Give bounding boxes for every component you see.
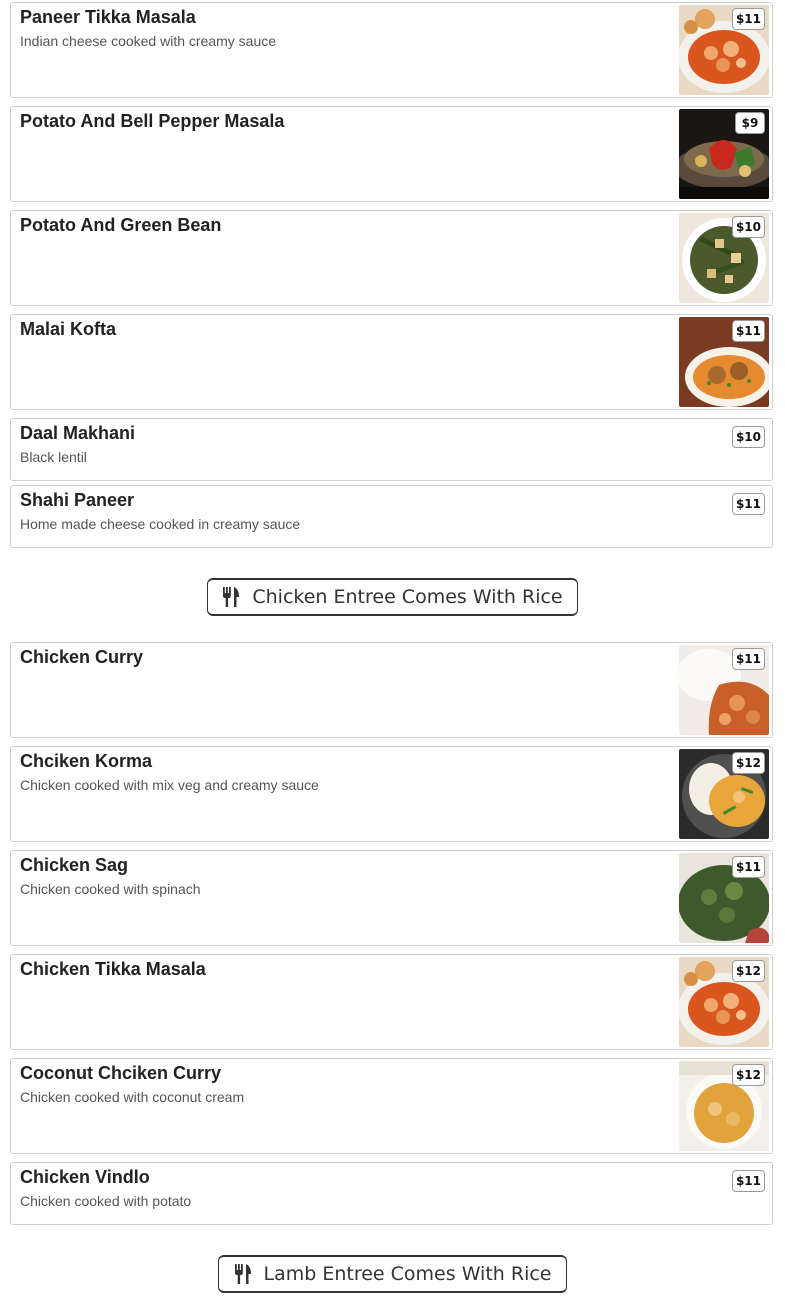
item-name: Paneer Tikka Masala <box>20 7 196 27</box>
item-description: Chicken cooked with coconut cream <box>20 1089 245 1105</box>
section-title: Chicken Entree Comes With Rice <box>252 586 563 608</box>
price-badge: $10 <box>731 216 765 238</box>
menu-item-coconut-chciken-curry[interactable]: Coconut Chciken Curry Chicken cooked wit… <box>10 1058 773 1154</box>
menu-item-paneer-tikka-masala[interactable]: Paneer Tikka Masala Indian cheese cooked… <box>10 2 773 98</box>
menu-page: Paneer Tikka Masala Indian cheese cooked… <box>0 0 785 1299</box>
section-header-lamb: Lamb Entree Comes With Rice <box>218 1255 567 1293</box>
price-badge: $11 <box>731 1170 765 1192</box>
item-description: Indian cheese cooked with creamy sauce <box>20 33 277 49</box>
price-badge: $11 <box>731 648 765 670</box>
price-badge: $11 <box>731 8 765 30</box>
price-badge: $11 <box>731 856 765 878</box>
item-description: Chicken cooked with potato <box>20 1193 192 1209</box>
menu-item-chicken-sag[interactable]: Chicken Sag Chicken cooked with spinach … <box>10 850 773 946</box>
item-name: Malai Kofta <box>20 319 117 339</box>
menu-item-potato-bell-pepper-masala[interactable]: Potato And Bell Pepper Masala $9 <box>10 106 773 202</box>
item-description: Black lentil <box>20 449 87 465</box>
menu-item-chicken-vindlo[interactable]: Chicken Vindlo Chicken cooked with potat… <box>10 1162 773 1225</box>
menu-item-chciken-korma[interactable]: Chciken Korma Chicken cooked with mix ve… <box>10 746 773 842</box>
menu-item-chicken-tikka-masala[interactable]: Chicken Tikka Masala $12 <box>10 954 773 1050</box>
item-name: Potato And Green Bean <box>20 215 222 235</box>
price-badge: $12 <box>731 960 765 982</box>
item-name: Potato And Bell Pepper Masala <box>20 111 285 131</box>
price-badge: $11 <box>731 320 765 342</box>
item-name: Chicken Curry <box>20 647 144 667</box>
item-name: Daal Makhani <box>20 423 136 443</box>
menu-item-daal-makhani[interactable]: Daal Makhani Black lentil $10 <box>10 418 773 481</box>
section-header-chicken: Chicken Entree Comes With Rice <box>207 578 578 616</box>
item-name: Coconut Chciken Curry <box>20 1063 222 1083</box>
section-title: Lamb Entree Comes With Rice <box>263 1263 552 1285</box>
utensils-icon <box>234 1264 251 1284</box>
item-name: Chicken Vindlo <box>20 1167 150 1187</box>
item-description: Chicken cooked with spinach <box>20 881 201 897</box>
menu-item-chicken-curry[interactable]: Chicken Curry $11 <box>10 642 773 738</box>
item-name: Chicken Tikka Masala <box>20 959 206 979</box>
item-name: Shahi Paneer <box>20 490 135 510</box>
menu-item-shahi-paneer[interactable]: Shahi Paneer Home made cheese cooked in … <box>10 485 773 548</box>
menu-item-malai-kofta[interactable]: Malai Kofta $11 <box>10 314 773 410</box>
item-name: Chicken Sag <box>20 855 129 875</box>
price-badge: $11 <box>731 493 765 515</box>
price-badge: $12 <box>731 752 765 774</box>
price-badge: $9 <box>735 112 765 134</box>
price-badge: $12 <box>731 1064 765 1086</box>
item-name: Chciken Korma <box>20 751 153 771</box>
item-description: Chicken cooked with mix veg and creamy s… <box>20 777 319 793</box>
menu-item-potato-green-bean[interactable]: Potato And Green Bean $10 <box>10 210 773 306</box>
item-description: Home made cheese cooked in creamy sauce <box>20 516 301 532</box>
price-badge: $10 <box>731 426 765 448</box>
utensils-icon <box>223 587 240 607</box>
